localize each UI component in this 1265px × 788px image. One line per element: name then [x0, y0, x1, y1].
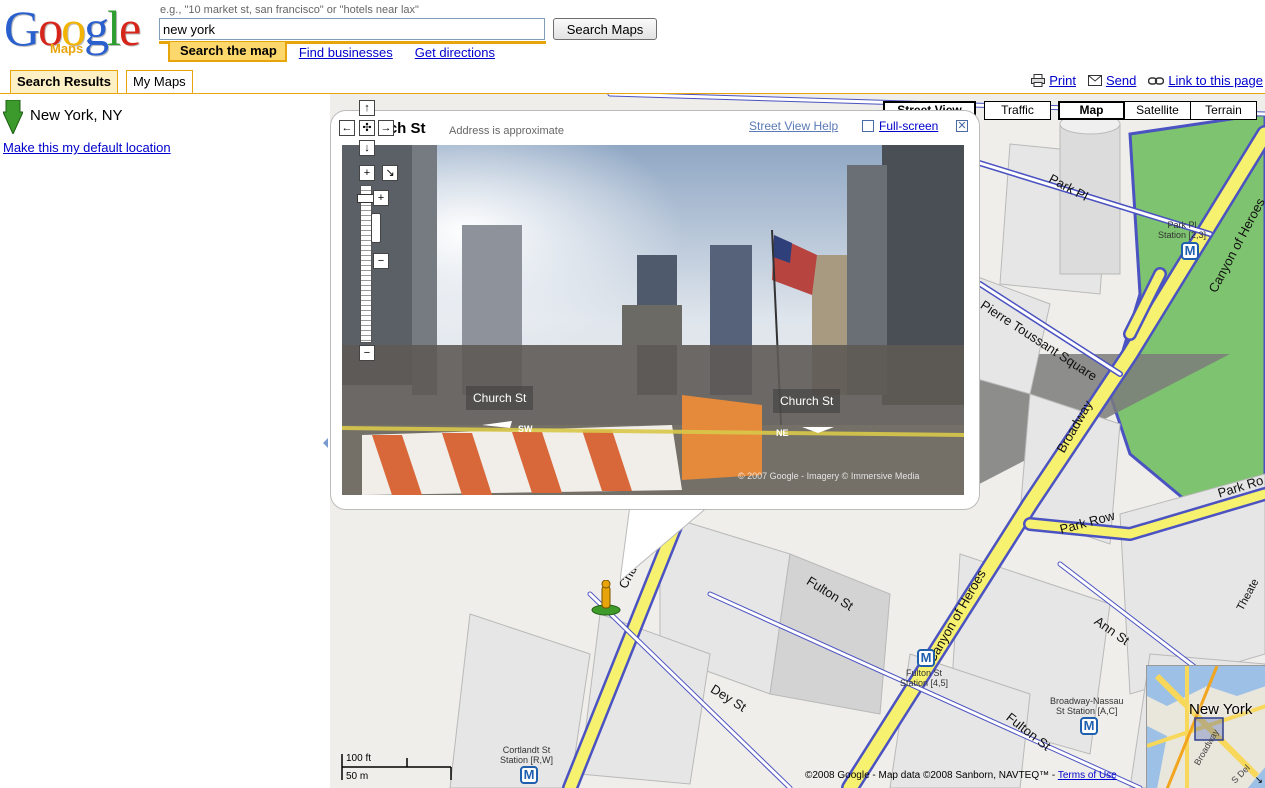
street-view-pegman-icon[interactable] — [590, 580, 626, 620]
chain-link-icon — [1148, 76, 1165, 85]
zoom-in-button[interactable]: + — [359, 165, 375, 181]
map-type-satellite-button[interactable]: Satellite — [1124, 101, 1191, 120]
info-window-subtitle: Address is approximate — [449, 125, 564, 137]
map-copyright: ©2008 Google - Map data ©2008 Sanborn, N… — [805, 770, 1117, 781]
pano-zoom-slider[interactable] — [371, 213, 381, 243]
map-type-map-button[interactable]: Map — [1058, 101, 1125, 120]
pano-street-label-left[interactable]: Church St — [466, 386, 534, 410]
map-type-terrain-button[interactable]: Terrain — [1190, 101, 1257, 120]
search-mode-tabs: Search the map Find businesses Get direc… — [168, 42, 495, 62]
label-cortlandt-station: Cortlandt St Station [R,W] — [500, 745, 554, 765]
pan-left-button[interactable]: ← — [339, 120, 355, 136]
overview-map-graphic: Broadway S Del — [1147, 666, 1265, 788]
label-fulton-station: Fulton St Station [4,5] — [900, 668, 949, 688]
make-default-location-link[interactable]: Make this my default location — [3, 140, 171, 155]
scale-meters-label: 50 m — [346, 771, 369, 782]
panel-tabs: Search Results My Maps — [10, 70, 201, 94]
zoom-slider-track[interactable] — [360, 185, 372, 343]
panorama-copyright: © 2007 Google - Imagery © Immersive Medi… — [738, 471, 920, 481]
street-view-help-link[interactable]: Street View Help — [749, 119, 838, 133]
pano-street-label-right[interactable]: Church St — [773, 389, 841, 413]
overview-collapse-icon[interactable]: ↘ — [1255, 775, 1263, 786]
pano-zoom-out-button[interactable]: − — [373, 253, 389, 269]
send-link[interactable]: Send — [1087, 73, 1137, 88]
close-icon[interactable]: ✕ — [956, 120, 968, 132]
metro-icon-park-pl[interactable]: M — [1181, 242, 1199, 260]
google-maps-logo[interactable]: Google Maps — [4, 2, 152, 60]
tab-my-maps[interactable]: My Maps — [125, 70, 193, 94]
printer-icon — [1031, 74, 1046, 87]
print-link[interactable]: Print — [1031, 73, 1076, 88]
tab-search-results[interactable]: Search Results — [10, 70, 118, 94]
search-result-item[interactable]: New York, NY — [3, 100, 123, 134]
overview-label: New York — [1189, 701, 1253, 718]
metro-icon-cortlandt[interactable]: M — [520, 766, 538, 784]
label-broadway-nassau-station: Broadway-Nassau St Station [A,C] — [1050, 696, 1124, 716]
send-label: Send — [1105, 73, 1137, 88]
map-scale: 100 ft 50 m — [341, 752, 453, 782]
link-to-this-page[interactable]: Link to this page — [1148, 73, 1263, 88]
full-screen-label: Full-screen — [879, 119, 939, 133]
info-window-tail — [620, 505, 711, 582]
pano-zoom-in-button[interactable]: + — [373, 190, 389, 206]
copyright-text: ©2008 Google - Map data ©2008 Sanborn, N… — [805, 770, 1058, 781]
zoom-out-button[interactable]: − — [359, 345, 375, 361]
search-hint: e.g., "10 market st, san francisco" or "… — [160, 4, 419, 16]
street-view-expand-button[interactable]: ↘ — [382, 165, 398, 181]
tab-get-directions[interactable]: Get directions — [415, 45, 495, 60]
pan-center-button[interactable]: ✣ — [359, 120, 375, 136]
tab-find-businesses[interactable]: Find businesses — [299, 45, 393, 60]
search-maps-button[interactable]: Search Maps — [553, 18, 657, 40]
utility-links: Print Send Link to this page — [1031, 73, 1263, 88]
envelope-icon — [1087, 75, 1102, 86]
panorama-image — [342, 145, 964, 495]
label-park-pl-station: Park Pl Station [2,3] — [1158, 220, 1207, 240]
traffic-toggle-button[interactable]: Traffic — [984, 101, 1051, 120]
logo-maps-label: Maps — [50, 41, 84, 56]
tab-search-the-map[interactable]: Search the map — [168, 42, 287, 62]
fullscreen-icon — [862, 120, 874, 132]
compass-sw: SW — [518, 424, 533, 434]
full-screen-link[interactable]: Full-screen — [862, 119, 938, 133]
green-arrow-marker-icon — [3, 100, 23, 134]
pan-up-button[interactable]: ↑ — [359, 100, 375, 116]
link-label: Link to this page — [1168, 73, 1263, 88]
street-view-panorama[interactable]: Church St Church St SW NE — [342, 145, 964, 495]
pan-down-button[interactable]: ↓ — [359, 140, 375, 156]
scale-feet-label: 100 ft — [346, 753, 372, 764]
overview-map[interactable]: Broadway S Del New York ↘ — [1146, 665, 1265, 788]
result-location-label: New York, NY — [30, 106, 123, 124]
metro-icon-broadway-nassau[interactable]: M — [1080, 717, 1098, 735]
print-label: Print — [1049, 73, 1076, 88]
collapse-panel-arrow-icon[interactable] — [323, 438, 328, 448]
terms-of-use-link[interactable]: Terms of Use — [1058, 770, 1117, 781]
compass-ne: NE — [776, 428, 789, 438]
search-input[interactable] — [159, 18, 545, 40]
pan-right-button[interactable]: → — [378, 120, 394, 136]
metro-icon-fulton[interactable]: M — [917, 649, 935, 667]
